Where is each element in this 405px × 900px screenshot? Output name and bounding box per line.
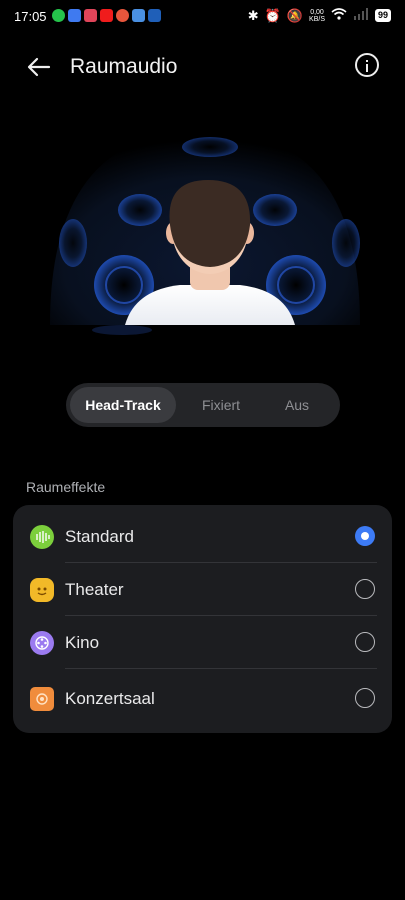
info-button[interactable] (355, 53, 379, 77)
notification-icons (52, 9, 161, 22)
mode-fixed[interactable]: Fixiert (188, 387, 254, 423)
mail-icon (132, 9, 145, 22)
film-reel-icon (30, 631, 54, 655)
effect-option-theater[interactable]: Theater (13, 563, 392, 616)
mode-off[interactable]: Aus (262, 387, 332, 423)
signal-icon (353, 8, 369, 23)
page-title: Raumaudio (70, 55, 178, 78)
effect-option-kino[interactable]: Kino (13, 616, 392, 669)
avatar-app-icon (116, 9, 129, 22)
youtube-icon (100, 9, 113, 22)
effect-option-concert-hall[interactable]: Konzertsaal (13, 672, 392, 725)
alarm-icon: ⏰ (264, 7, 281, 23)
status-time: 17:05 (14, 9, 47, 24)
net-speed: 0,00 KB/S (309, 8, 325, 23)
bluetooth-icon: ✱ (247, 7, 259, 23)
status-bar: 17:05 ✱ ⏰ 🔕 0,00 KB/S 99 (0, 0, 405, 32)
effect-label: Standard (65, 527, 134, 546)
effect-option-standard[interactable]: Standard (13, 510, 392, 563)
radio-unselected[interactable] (355, 579, 375, 599)
divider (65, 668, 377, 669)
room-effects-list: Standard Theater Kino Konzertsaal (13, 505, 392, 733)
wifi-icon (331, 8, 347, 23)
soundwave-icon (30, 525, 54, 549)
back-button[interactable] (24, 52, 54, 82)
gift-icon (84, 9, 97, 22)
mute-bell-icon: 🔕 (286, 7, 304, 23)
radio-selected[interactable] (355, 526, 375, 546)
system-status: ✱ ⏰ 🔕 0,00 KB/S 99 (248, 8, 391, 23)
concert-hall-icon (30, 687, 54, 711)
calendar-icon (68, 9, 81, 22)
whatsapp-icon (52, 9, 65, 22)
radio-unselected[interactable] (355, 632, 375, 652)
effect-label: Theater (65, 580, 124, 599)
theater-masks-icon (30, 578, 54, 602)
radio-unselected[interactable] (355, 688, 375, 708)
mode-head-track[interactable]: Head-Track (70, 387, 176, 423)
spatial-audio-illustration (40, 125, 370, 340)
gmx-icon (148, 9, 161, 22)
effect-label: Kino (65, 633, 100, 652)
head-tracking-mode-selector: Head-Track Fixiert Aus (66, 383, 340, 427)
effect-label: Konzertsaal (65, 689, 155, 708)
app-bar: Raumaudio (0, 46, 405, 90)
battery-indicator: 99 (374, 9, 391, 22)
section-label-room-effects: Raumeffekte (26, 479, 106, 495)
arrow-left-icon (27, 57, 51, 77)
